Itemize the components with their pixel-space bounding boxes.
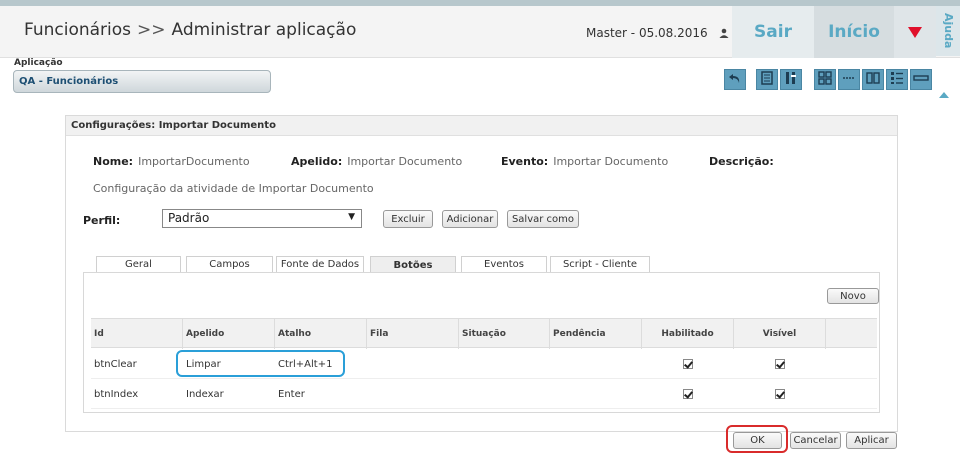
tab-botoes[interactable]: Botões [370, 256, 456, 273]
col-situacao[interactable]: Situação [459, 319, 550, 349]
application-select[interactable]: QA - Funcionários [13, 70, 271, 93]
ok-button[interactable]: OK [733, 432, 782, 449]
tab-script-cliente[interactable]: Script - Cliente [550, 256, 650, 272]
separator-button[interactable] [838, 69, 860, 90]
apelido-field: Apelido: Importar Documento [291, 155, 462, 168]
application-label: Aplicação [14, 58, 63, 68]
undo-icon [728, 70, 742, 89]
salvar-como-button[interactable]: Salvar como [507, 210, 579, 228]
excluir-button[interactable]: Excluir [383, 210, 433, 228]
nome-label: Nome: [93, 155, 134, 168]
cell-habilitado [642, 349, 734, 379]
sair-button[interactable]: Sair [732, 6, 814, 58]
evento-field: Evento: Importar Documento [501, 155, 668, 168]
bar-icon [913, 70, 929, 89]
col-atalho[interactable]: Atalho [275, 319, 367, 349]
col-visivel[interactable]: Visível [734, 319, 826, 349]
list-button[interactable] [886, 69, 908, 90]
cell-visivel [734, 349, 826, 379]
pages-button[interactable] [862, 69, 884, 90]
cell-visivel [734, 379, 826, 409]
undo-button[interactable] [724, 69, 746, 90]
scroll-up-icon[interactable] [939, 92, 949, 98]
user-label: Master - 05.08.2016 [586, 26, 708, 40]
ajuda-tab[interactable]: Ajuda [936, 6, 960, 56]
perfil-value: Padrão [168, 211, 210, 225]
separator-line-icon [842, 70, 856, 89]
tab-campos[interactable]: Campos [186, 256, 273, 272]
cell-atalho[interactable]: Ctrl+Alt+1 [275, 349, 367, 379]
tab-fonte-de-dados[interactable]: Fonte de Dados [276, 256, 364, 272]
menu-dropdown-button[interactable] [894, 6, 936, 58]
app-header: Funcionários >> Administrar aplicação Mast… [0, 6, 960, 58]
tools-button[interactable] [780, 69, 802, 90]
config-panel: Configurações: Importar Documento Nome: I… [65, 115, 898, 432]
cell-apelido[interactable]: Indexar [183, 379, 275, 409]
apelido-label: Apelido: [291, 155, 343, 168]
visivel-checkbox[interactable] [775, 359, 785, 369]
buttons-tab-content: Novo Id Apelido Atalho Fila Situação Pen… [83, 272, 880, 413]
table-row[interactable]: btnClear Limpar Ctrl+Alt+1 [91, 349, 877, 379]
col-pendencia[interactable]: Pendência [550, 319, 642, 349]
app-name: Funcionários [24, 20, 132, 40]
cell-habilitado [642, 379, 734, 409]
bar-button[interactable] [910, 69, 932, 90]
triangle-down-icon [908, 23, 922, 42]
evento-value: Importar Documento [553, 155, 669, 168]
dropdown-arrow-icon: ▼ [348, 212, 355, 222]
user-icon [719, 27, 729, 38]
descricao-field: Descrição: [709, 155, 774, 168]
habilitado-checkbox[interactable] [683, 359, 693, 369]
table-row[interactable]: btnIndex Indexar Enter [91, 379, 877, 409]
pages-icon [866, 70, 880, 89]
tab-eventos[interactable]: Eventos [461, 256, 547, 272]
grid-header: Id Apelido Atalho Fila Situação Pendênci… [91, 318, 877, 349]
novo-button[interactable]: Novo [827, 288, 879, 304]
col-apelido[interactable]: Apelido [183, 319, 275, 349]
cell-atalho[interactable]: Enter [275, 379, 367, 409]
perfil-label: Perfil: [83, 214, 121, 227]
grid-icon [818, 70, 832, 89]
col-id[interactable]: Id [91, 319, 183, 349]
list-icon [890, 70, 904, 89]
adicionar-button[interactable]: Adicionar [442, 210, 498, 228]
document-button[interactable] [756, 69, 778, 90]
habilitado-checkbox[interactable] [683, 389, 693, 399]
cancelar-button[interactable]: Cancelar [790, 432, 841, 449]
tools-icon [784, 70, 798, 89]
panel-title: Configurações: Importar Documento [66, 116, 897, 136]
apelido-value: Importar Documento [347, 155, 463, 168]
grid-button[interactable] [814, 69, 836, 90]
tab-geral[interactable]: Geral [96, 256, 181, 272]
breadcrumb-separator: >> [137, 20, 166, 40]
inicio-button[interactable]: Início [814, 6, 894, 58]
user-info: Master - 05.08.2016 [586, 26, 729, 40]
col-fila[interactable]: Fila [367, 319, 459, 349]
perfil-select[interactable]: Padrão ▼ [162, 209, 362, 228]
page-name: Administrar aplicação [171, 20, 357, 40]
col-habilitado[interactable]: Habilitado [642, 319, 734, 349]
nome-field: Nome: ImportarDocumento [93, 155, 250, 168]
cell-id: btnClear [94, 358, 137, 370]
cell-apelido[interactable]: Limpar [183, 349, 275, 379]
descricao-label: Descrição: [709, 155, 774, 168]
cell-id: btnIndex [94, 388, 139, 400]
evento-label: Evento: [501, 155, 549, 168]
visivel-checkbox[interactable] [775, 389, 785, 399]
document-icon [761, 70, 773, 89]
descricao-text: Configuração da atividade de Importar Do… [93, 182, 374, 195]
aplicar-button[interactable]: Aplicar [846, 432, 897, 449]
nome-value: ImportarDocumento [138, 155, 250, 168]
page-title: Funcionários >> Administrar aplicação [24, 20, 356, 40]
